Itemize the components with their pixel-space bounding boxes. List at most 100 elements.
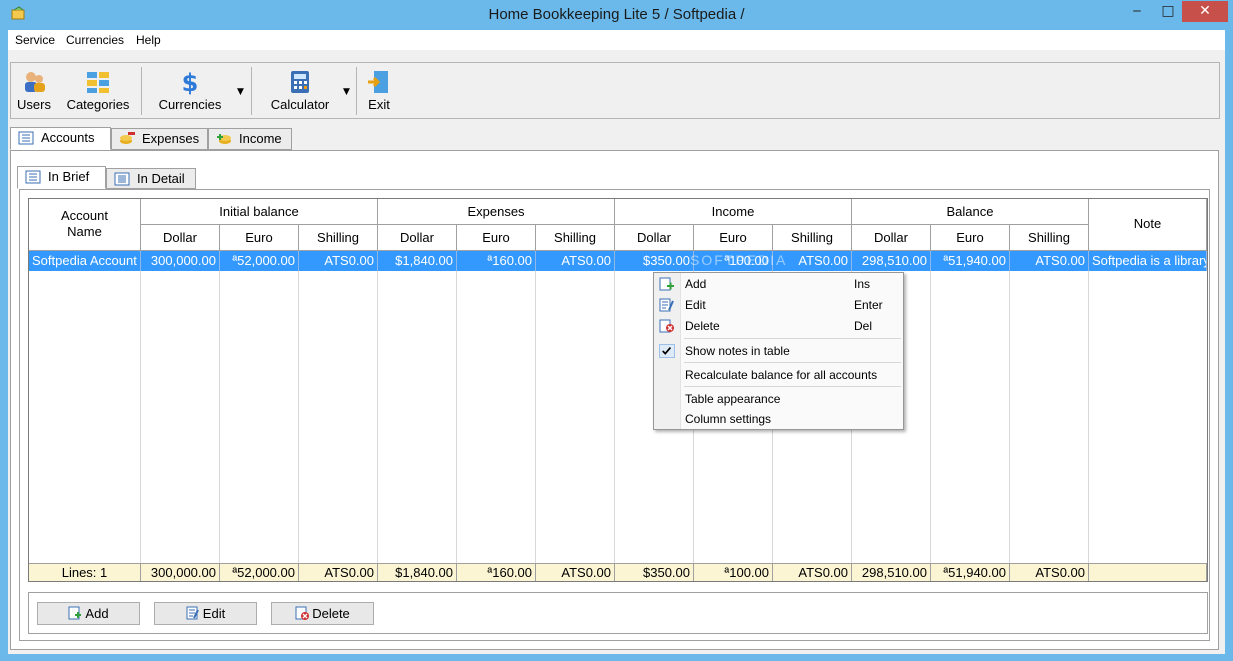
title-bar: Home Bookkeeping Lite 5 / Softpedia / ‒ … bbox=[0, 0, 1233, 30]
exit-label: Exit bbox=[368, 97, 390, 112]
subtab-in-brief[interactable]: In Brief bbox=[17, 166, 106, 189]
calculator-dropdown-icon[interactable]: ▼ bbox=[343, 87, 350, 97]
cell-balance-shilling[interactable]: ATS0.00 bbox=[1010, 251, 1089, 271]
subtab-in-detail-label: In Detail bbox=[137, 171, 185, 186]
ctx-column-settings-item[interactable]: Column settings bbox=[654, 409, 903, 429]
menu-service[interactable]: Service bbox=[15, 33, 55, 47]
add-button[interactable]: Add bbox=[37, 602, 140, 625]
menu-help[interactable]: Help bbox=[136, 33, 161, 47]
header-account-name[interactable]: Account Name bbox=[29, 199, 141, 251]
column-line bbox=[1088, 271, 1089, 563]
ctx-appearance-item[interactable]: Table appearance bbox=[654, 389, 903, 409]
column-line bbox=[1009, 271, 1010, 563]
tab-accounts-label: Accounts bbox=[41, 130, 95, 145]
calculator-label: Calculator bbox=[270, 97, 330, 112]
minimize-button[interactable]: ‒ bbox=[1120, 1, 1154, 22]
accounts-table[interactable]: Account Name Initial balance Expenses In… bbox=[28, 198, 1208, 582]
app-window: Home Bookkeeping Lite 5 / Softpedia / ‒ … bbox=[0, 0, 1233, 661]
header-dollar[interactable]: Dollar bbox=[378, 225, 457, 251]
header-dollar[interactable]: Dollar bbox=[615, 225, 694, 251]
header-euro[interactable]: Euro bbox=[220, 225, 299, 251]
menu-bar: Service Currencies Help bbox=[8, 30, 1225, 50]
ctx-show-notes-item[interactable]: Show notes in table bbox=[654, 341, 903, 361]
cell-initial-euro[interactable]: ª52,000.00 bbox=[220, 251, 299, 271]
users-label: Users bbox=[17, 97, 51, 112]
tab-expenses[interactable]: Expenses bbox=[111, 128, 208, 150]
header-note[interactable]: Note bbox=[1089, 199, 1207, 251]
calculator-icon bbox=[291, 71, 309, 93]
cell-expenses-euro[interactable]: ª160.00 bbox=[457, 251, 536, 271]
cell-expenses-dollar[interactable]: $1,840.00 bbox=[378, 251, 457, 271]
list-icon bbox=[18, 131, 34, 145]
users-button[interactable]: Users bbox=[13, 63, 55, 118]
context-menu: Add Ins Edit Enter Delete Del Show notes… bbox=[653, 272, 904, 430]
cell-initial-dollar[interactable]: 300,000.00 bbox=[141, 251, 220, 271]
header-dollar[interactable]: Dollar bbox=[141, 225, 220, 251]
edit-button-label: Edit bbox=[202, 606, 226, 621]
subtab-in-detail[interactable]: In Detail bbox=[106, 168, 196, 189]
coins-plus-icon bbox=[217, 134, 231, 144]
table-row[interactable]: Softpedia Account 300,000.00 ª52,000.00 … bbox=[29, 251, 1207, 271]
close-button[interactable]: ✕ bbox=[1182, 1, 1228, 22]
header-balance: Balance bbox=[852, 199, 1089, 225]
ctx-add-label: Add bbox=[685, 277, 707, 291]
header-initial-balance: Initial balance bbox=[141, 199, 378, 225]
list-icon bbox=[25, 170, 41, 184]
calculator-button[interactable]: Calculator bbox=[261, 63, 339, 118]
cell-balance-dollar[interactable]: 298,510.00 bbox=[852, 251, 931, 271]
cell-account-name[interactable]: Softpedia Account bbox=[29, 251, 141, 271]
exit-button[interactable]: Exit bbox=[361, 63, 397, 118]
footer-value: ATS0.00 bbox=[773, 564, 852, 581]
svg-text:$: $ bbox=[182, 69, 199, 95]
add-button-label: Add bbox=[85, 606, 109, 621]
window-title: Home Bookkeeping Lite 5 / Softpedia / bbox=[488, 6, 745, 23]
column-line bbox=[298, 271, 299, 563]
tab-income-label: Income bbox=[239, 131, 282, 146]
brief-panel: Account Name Initial balance Expenses In… bbox=[19, 189, 1210, 641]
toolbar-separator bbox=[251, 67, 252, 115]
client-area: Service Currencies Help Users Categories bbox=[8, 30, 1225, 654]
maximize-button[interactable]: □ bbox=[1154, 1, 1182, 22]
add-icon bbox=[659, 277, 674, 291]
header-euro[interactable]: Euro bbox=[931, 225, 1010, 251]
menu-currencies[interactable]: Currencies bbox=[66, 33, 124, 47]
delete-icon bbox=[659, 319, 674, 333]
header-shilling[interactable]: Shilling bbox=[536, 225, 615, 251]
header-shilling[interactable]: Shilling bbox=[773, 225, 852, 251]
ctx-edit-label: Edit bbox=[685, 298, 706, 312]
cell-income-dollar[interactable]: $350.00 bbox=[615, 251, 694, 271]
footer-value: ª100.00 bbox=[694, 564, 773, 581]
cell-initial-shilling[interactable]: ATS0.00 bbox=[299, 251, 378, 271]
ctx-edit-item[interactable]: Edit Enter bbox=[654, 295, 903, 315]
footer-note bbox=[1089, 564, 1207, 581]
categories-icon bbox=[87, 72, 109, 93]
cell-balance-euro[interactable]: ª51,940.00 bbox=[931, 251, 1010, 271]
ctx-column-settings-label: Column settings bbox=[685, 412, 772, 426]
header-euro[interactable]: Euro bbox=[694, 225, 773, 251]
header-shilling[interactable]: Shilling bbox=[299, 225, 378, 251]
cell-expenses-shilling[interactable]: ATS0.00 bbox=[536, 251, 615, 271]
footer-value: ª160.00 bbox=[457, 564, 536, 581]
subtab-in-brief-label: In Brief bbox=[48, 169, 90, 184]
cell-note[interactable]: Softpedia is a library bbox=[1089, 251, 1207, 271]
tab-income[interactable]: Income bbox=[208, 128, 292, 150]
delete-button[interactable]: Delete bbox=[271, 602, 374, 625]
header-dollar[interactable]: Dollar bbox=[852, 225, 931, 251]
ctx-add-item[interactable]: Add Ins bbox=[654, 274, 903, 294]
ctx-show-notes-label: Show notes in table bbox=[685, 344, 790, 358]
header-expenses: Expenses bbox=[378, 199, 615, 225]
ctx-separator bbox=[684, 338, 901, 339]
dollar-icon: $ bbox=[182, 69, 199, 95]
action-bar: Add Edit Delete bbox=[28, 592, 1208, 634]
currencies-dropdown-icon[interactable]: ▼ bbox=[237, 87, 244, 97]
footer-value: 300,000.00 bbox=[141, 564, 220, 581]
tab-accounts[interactable]: Accounts bbox=[10, 127, 111, 150]
header-shilling[interactable]: Shilling bbox=[1010, 225, 1089, 251]
ctx-recalculate-item[interactable]: Recalculate balance for all accounts bbox=[654, 365, 903, 385]
ctx-separator bbox=[684, 386, 901, 387]
categories-button[interactable]: Categories bbox=[61, 63, 135, 118]
currencies-button[interactable]: $ Currencies bbox=[151, 63, 229, 118]
ctx-delete-item[interactable]: Delete Del bbox=[654, 316, 903, 336]
edit-button[interactable]: Edit bbox=[154, 602, 257, 625]
header-euro[interactable]: Euro bbox=[457, 225, 536, 251]
